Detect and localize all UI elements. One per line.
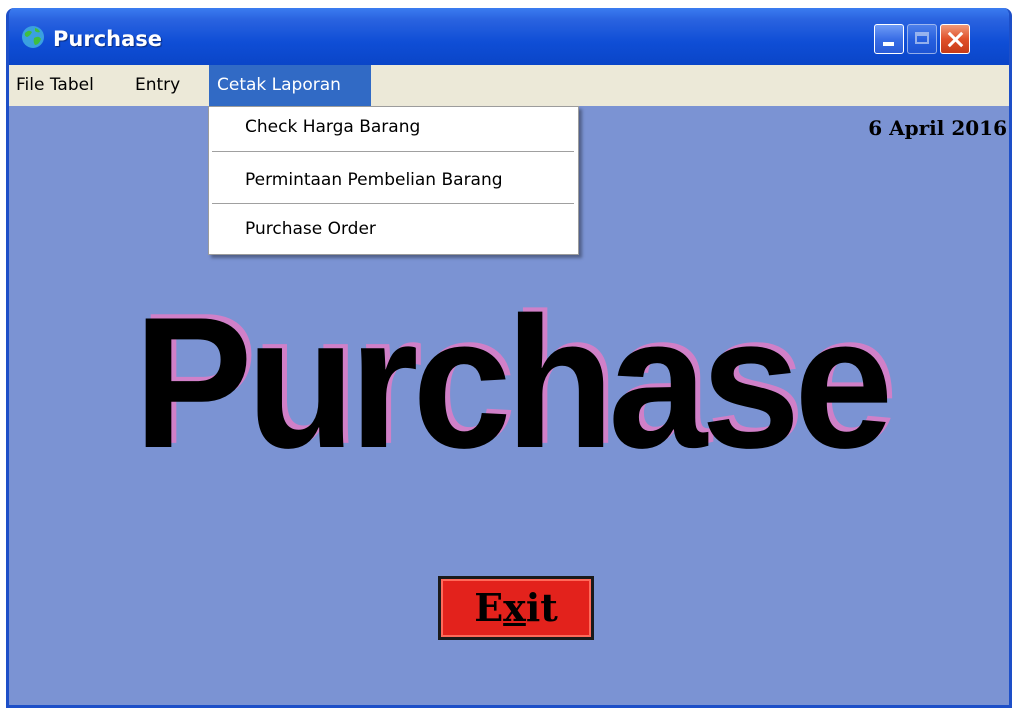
app-window: Purchase File Tabel Entry Cetak Laporan …	[6, 8, 1012, 708]
menu-bar: File Tabel Entry Cetak Laporan	[9, 65, 1009, 106]
menu-entry[interactable]: Entry	[133, 65, 201, 106]
menu-separator	[212, 203, 574, 204]
exit-label-mnemonic: x	[503, 585, 526, 630]
menu-separator	[212, 151, 574, 152]
close-button[interactable]	[940, 24, 970, 54]
menu-item-purchase-order[interactable]: Purchase Order	[245, 219, 376, 239]
globe-icon	[22, 26, 44, 48]
purchase-banner: Purchase	[133, 278, 893, 487]
exit-label-suffix: it	[525, 585, 558, 630]
cetak-laporan-dropdown: Check Harga Barang Permintaan Pembelian …	[208, 106, 579, 255]
exit-button[interactable]: Exit	[438, 576, 594, 640]
date-label: 6 April 2016	[868, 116, 1007, 140]
exit-label-prefix: E	[474, 585, 504, 630]
window-title: Purchase	[53, 27, 163, 51]
menu-cetak-laporan[interactable]: Cetak Laporan	[209, 65, 371, 106]
menu-item-permintaan-pembelian-barang[interactable]: Permintaan Pembelian Barang	[245, 170, 503, 190]
menu-item-check-harga-barang[interactable]: Check Harga Barang	[245, 117, 420, 137]
title-bar[interactable]: Purchase	[9, 8, 1009, 65]
menu-file-tabel[interactable]: File Tabel	[14, 65, 126, 106]
maximize-button[interactable]	[907, 24, 937, 54]
minimize-button[interactable]	[874, 24, 904, 54]
